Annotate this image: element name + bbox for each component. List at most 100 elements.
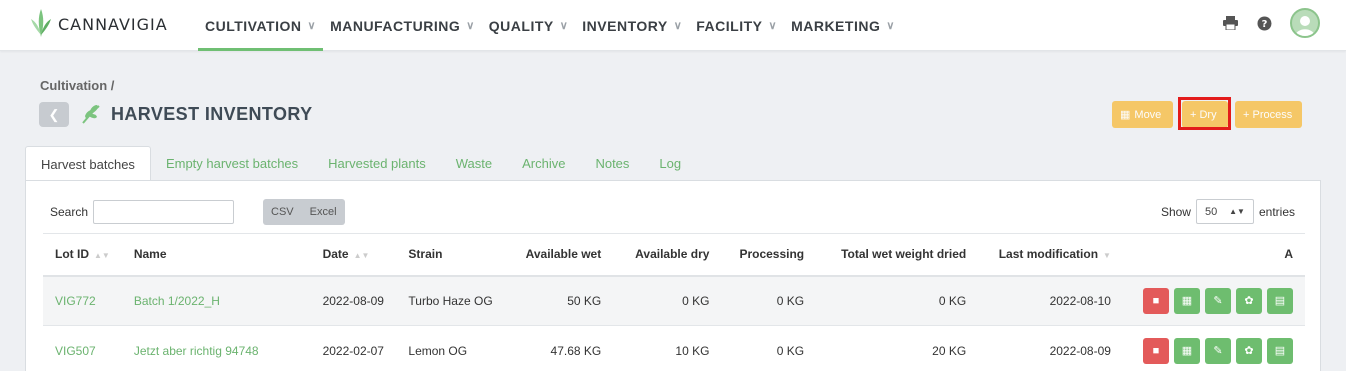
col-last-modification[interactable]: Last modification ▼	[978, 233, 1123, 277]
tab-bar: Harvest batches Empty harvest batches Ha…	[25, 146, 696, 181]
chevron-left-icon: ❮	[48, 106, 60, 122]
edit-button[interactable]: ✎	[1204, 337, 1231, 364]
chevron-down-icon: ∨	[673, 20, 683, 32]
col-available-wet[interactable]: Available wet	[504, 233, 614, 277]
cell-processing: 0 KG	[721, 325, 817, 371]
edit-button[interactable]: ✎	[1204, 287, 1231, 314]
pencil-icon: ✎	[1213, 295, 1223, 308]
cell-strain: Lemon OG	[396, 325, 505, 371]
nav-inventory[interactable]: INVENTORY ∨	[575, 0, 689, 51]
search-input[interactable]	[93, 200, 234, 224]
col-lot-id[interactable]: Lot ID ▲▼	[43, 233, 122, 277]
brand-logo[interactable]: CANNAVIGIA	[30, 6, 168, 42]
col-date[interactable]: Date ▲▼	[310, 233, 397, 277]
dry-row-button[interactable]: ✿	[1235, 287, 1262, 314]
show-label: Show	[1160, 204, 1191, 219]
user-avatar[interactable]	[1290, 8, 1320, 38]
page-length-control: Show 50 ▲▼ entries	[1161, 199, 1295, 224]
nav-quality[interactable]: QUALITY ∨	[482, 0, 576, 51]
page-title: HARVEST INVENTORY	[111, 104, 313, 124]
harvest-batches-panel: Search CSV Excel Show 50 ▲▼ entries Lot …	[25, 180, 1321, 371]
cell-available-wet: 47.68 KG	[504, 325, 614, 371]
top-right-tools: ?	[1222, 8, 1320, 38]
csv-button[interactable]: CSV	[263, 199, 302, 225]
move-row-button[interactable]: ▦	[1173, 287, 1200, 314]
column-label: Processing	[739, 247, 805, 262]
document-button[interactable]: ▤	[1266, 337, 1293, 364]
tab-log[interactable]: Log	[644, 146, 696, 181]
file-icon: ▤	[1274, 345, 1286, 357]
chevron-down-icon: ∨	[768, 20, 778, 32]
column-label: Total wet weight dried	[841, 247, 967, 262]
sort-icon: ▲▼	[353, 251, 370, 261]
dry-button-highlight	[1178, 97, 1231, 130]
print-icon[interactable]	[1222, 15, 1238, 31]
back-button[interactable]: ❮	[39, 102, 69, 127]
trash-icon: ■	[1152, 344, 1160, 357]
chevron-down-icon: ∨	[466, 20, 475, 32]
chevron-down-icon: ∨	[559, 20, 569, 32]
cannabis-leaf-logo-icon	[31, 9, 51, 37]
warehouse-icon: ▦	[1120, 109, 1131, 121]
nav-label: MANUFACTURING	[330, 17, 461, 34]
leaf-icon: ✿	[1244, 295, 1254, 308]
nav-manufacturing[interactable]: MANUFACTURING ∨	[323, 0, 482, 51]
column-label: Available dry	[635, 247, 710, 262]
col-available-dry[interactable]: Available dry	[613, 233, 722, 277]
column-label: A	[1284, 247, 1293, 262]
col-processing[interactable]: Processing	[721, 233, 817, 277]
tab-archive[interactable]: Archive	[507, 146, 580, 181]
lot-id-link[interactable]: VIG507	[43, 325, 122, 371]
trash-icon: ■	[1152, 294, 1160, 307]
cell-actions: ■ ▦ ✎ ✿ ▤	[1122, 275, 1305, 326]
cell-available-dry: 0 KG	[613, 275, 722, 326]
entries-label: entries	[1258, 204, 1295, 219]
table-row[interactable]: VIG507 Jetzt aber richtig 94748 2022-02-…	[43, 325, 1305, 371]
column-label: Last modification	[998, 247, 1099, 262]
batch-name-link[interactable]: Jetzt aber richtig 94748	[121, 325, 311, 371]
brand-name: CANNAVIGIA	[58, 14, 168, 34]
warehouse-icon: ▦	[1181, 345, 1193, 357]
move-button[interactable]: ▦ Move	[1112, 101, 1173, 128]
nav-marketing[interactable]: MARKETING ∨	[784, 0, 902, 51]
col-name[interactable]: Name	[121, 233, 311, 277]
breadcrumb[interactable]: Cultivation /	[40, 78, 114, 93]
nav-label: MARKETING	[791, 17, 881, 34]
help-icon[interactable]: ?	[1256, 15, 1272, 31]
tab-harvest-batches[interactable]: Harvest batches	[25, 146, 151, 181]
tab-empty-harvest-batches[interactable]: Empty harvest batches	[151, 146, 313, 181]
export-buttons: CSV Excel	[263, 199, 345, 225]
document-button[interactable]: ▤	[1266, 287, 1293, 314]
cell-processing: 0 KG	[721, 275, 817, 326]
tab-harvested-plants[interactable]: Harvested plants	[313, 146, 441, 181]
delete-button[interactable]: ■	[1142, 287, 1169, 314]
column-label: Available wet	[525, 247, 602, 262]
delete-button[interactable]: ■	[1142, 337, 1169, 364]
page-length-select[interactable]: 50 ▲▼	[1195, 199, 1254, 224]
nav-label: QUALITY	[488, 17, 554, 34]
batch-name-link[interactable]: Batch 1/2022_H	[121, 275, 311, 326]
row-actions: ■ ▦ ✎ ✿ ▤	[1142, 287, 1293, 314]
nav-facility[interactable]: FACILITY ∨	[689, 0, 784, 51]
nav-cultivation[interactable]: CULTIVATION ∨	[198, 0, 324, 51]
search-label: Search	[50, 205, 89, 219]
cell-strain: Turbo Haze OG	[396, 275, 505, 326]
cell-available-dry: 10 KG	[613, 325, 722, 371]
row-actions: ■ ▦ ✎ ✿ ▤	[1142, 337, 1293, 364]
cell-total-wet-weight-dried: 0 KG	[816, 275, 979, 326]
dry-row-button[interactable]: ✿	[1235, 337, 1262, 364]
sort-desc-icon: ▼	[1103, 251, 1111, 261]
lot-id-link[interactable]: VIG772	[43, 275, 122, 326]
column-label: Name	[133, 247, 167, 262]
table-row[interactable]: VIG772 Batch 1/2022_H 2022-08-09 Turbo H…	[43, 275, 1305, 326]
tab-waste[interactable]: Waste	[441, 146, 507, 181]
pencil-icon: ✎	[1213, 345, 1223, 357]
col-total-wet-weight-dried[interactable]: Total wet weight dried	[816, 233, 979, 277]
col-strain[interactable]: Strain	[396, 233, 505, 277]
nav-label: CULTIVATION	[205, 17, 302, 34]
process-button[interactable]: + Process	[1235, 101, 1302, 128]
top-navbar: CANNAVIGIA CULTIVATION ∨ MANUFACTURING ∨ Q…	[0, 0, 1346, 51]
excel-button[interactable]: Excel	[302, 199, 345, 225]
tab-notes[interactable]: Notes	[580, 146, 644, 181]
move-row-button[interactable]: ▦	[1173, 337, 1200, 364]
